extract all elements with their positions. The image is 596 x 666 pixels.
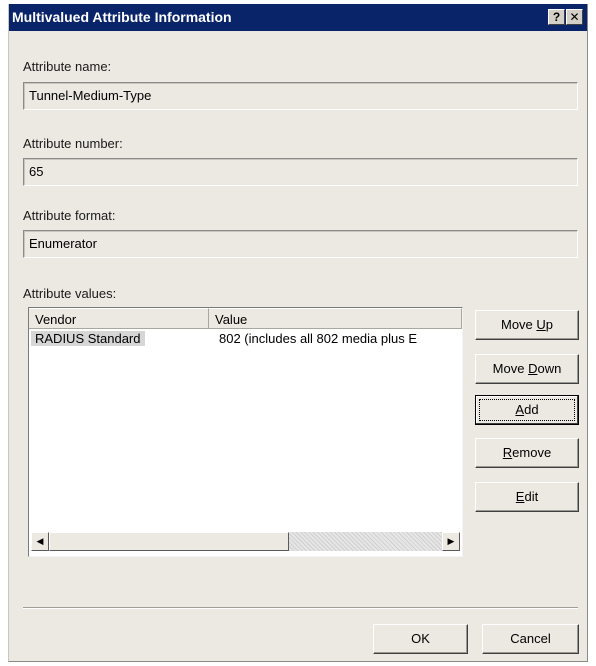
scrollbar-track[interactable] <box>289 532 442 551</box>
list-item[interactable]: RADIUS Standard 802 (includes all 802 me… <box>29 330 462 348</box>
column-header-value[interactable]: Value <box>209 308 462 329</box>
move-down-label-post: own <box>537 361 562 376</box>
attribute-values-list[interactable]: Vendor Value RADIUS Standard 802 (includ… <box>28 307 463 557</box>
remove-button[interactable]: Remove <box>475 438 579 468</box>
attribute-number-value: 65 <box>29 164 44 179</box>
scroll-left-button[interactable]: ◀ <box>31 532 49 551</box>
list-header: Vendor Value <box>29 308 462 329</box>
move-up-button[interactable]: Move Up <box>475 310 579 340</box>
add-button[interactable]: Add <box>475 395 579 425</box>
attribute-number-label: Attribute number: <box>23 136 123 151</box>
move-up-label-pre: Move <box>500 317 537 332</box>
separator <box>23 607 578 609</box>
list-item-vendor: RADIUS Standard <box>31 331 145 346</box>
cancel-button[interactable]: Cancel <box>482 624 579 654</box>
attribute-name-value: Tunnel-Medium-Type <box>29 88 152 103</box>
remove-label-post: emove <box>512 445 552 460</box>
help-button[interactable]: ? <box>548 9 565 25</box>
move-down-button[interactable]: Move Down <box>475 354 579 384</box>
edit-label-post: dit <box>524 489 539 504</box>
scrollbar-thumb[interactable] <box>49 532 289 551</box>
cancel-label: Cancel <box>510 631 551 646</box>
move-down-label-pre: Move <box>492 361 529 376</box>
attribute-format-value: Enumerator <box>29 236 97 251</box>
attribute-values-label: Attribute values: <box>23 286 117 301</box>
ok-button[interactable]: OK <box>373 624 468 654</box>
focus-indicator <box>479 399 575 421</box>
close-button[interactable]: ✕ <box>566 9 583 25</box>
attribute-name-label: Attribute name: <box>23 59 112 74</box>
scroll-right-button[interactable]: ▶ <box>442 532 460 551</box>
attribute-format-field: Enumerator <box>23 230 578 258</box>
help-icon: ? <box>552 10 561 24</box>
column-header-vendor[interactable]: Vendor <box>29 308 209 329</box>
ok-label: OK <box>411 631 430 646</box>
move-up-label-post: p <box>545 317 554 332</box>
attribute-number-field: 65 <box>23 158 578 186</box>
arrow-left-icon: ◀ <box>36 536 44 546</box>
move-up-accelerator: U <box>536 317 546 332</box>
attribute-format-label: Attribute format: <box>23 208 116 223</box>
multivalued-attribute-dialog: Multivalued Attribute Information ? ✕ At… <box>8 4 588 662</box>
remove-accelerator: R <box>502 445 513 460</box>
arrow-right-icon: ▶ <box>447 536 455 546</box>
edit-button[interactable]: Edit <box>475 482 579 512</box>
close-icon: ✕ <box>569 10 580 24</box>
horizontal-scrollbar[interactable]: ◀ ▶ <box>31 532 460 551</box>
list-item-value: 802 (includes all 802 media plus E <box>219 331 418 346</box>
dialog-title: Multivalued Attribute Information <box>12 9 232 25</box>
attribute-name-field: Tunnel-Medium-Type <box>23 82 578 110</box>
title-bar[interactable]: Multivalued Attribute Information ? ✕ <box>9 4 587 31</box>
